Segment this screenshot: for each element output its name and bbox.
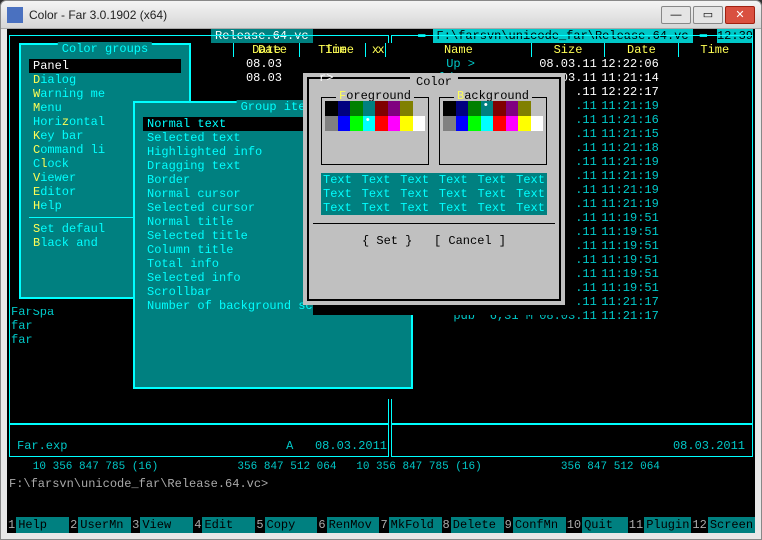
fkey-quit[interactable]: 10Quit [566, 517, 628, 533]
color-swatch[interactable] [388, 101, 401, 116]
color-swatch[interactable] [375, 101, 388, 116]
fkey-edit[interactable]: 4Edit [193, 517, 255, 533]
left-panel-title: Release.64.vc [211, 29, 391, 43]
fkey-renmov[interactable]: 6RenMov [317, 517, 379, 533]
color-swatch[interactable] [493, 101, 506, 116]
color-swatch[interactable] [350, 101, 363, 116]
color-group-item[interactable]: Panel [29, 59, 181, 73]
clock: 12:39 [717, 29, 753, 43]
minimize-button[interactable]: — [661, 6, 691, 24]
window-title: Color - Far 3.0.1902 (x64) [29, 8, 659, 22]
color-swatch[interactable] [493, 116, 506, 131]
color-groups-title: Color groups [58, 42, 152, 56]
fkey-delete[interactable]: 8Delete [442, 517, 504, 533]
color-swatch[interactable] [338, 101, 351, 116]
color-swatch[interactable] [518, 101, 531, 116]
color-swatch[interactable] [506, 116, 519, 131]
color-swatch[interactable] [456, 116, 469, 131]
color-swatch[interactable] [325, 101, 338, 116]
color-swatch[interactable] [518, 116, 531, 131]
color-swatch[interactable] [481, 116, 494, 131]
color-swatch[interactable] [413, 101, 426, 116]
fkey-mkfold[interactable]: 7MkFold [379, 517, 441, 533]
totals-line: 10 356 847 785 (16) 356 847 512 064 10 3… [13, 461, 749, 473]
left-panel-columns: DateTimex [239, 43, 389, 57]
color-group-item[interactable]: Warning me [29, 87, 181, 101]
panel-columns-right: Name Size Date Time [385, 43, 751, 57]
color-swatch[interactable] [400, 116, 413, 131]
color-dialog[interactable]: Color Foreground Background TextTextText… [303, 73, 565, 305]
color-swatch[interactable] [413, 116, 426, 131]
fkey-copy[interactable]: 5Copy [255, 517, 317, 533]
background-swatches[interactable]: Background [439, 97, 547, 165]
right-status: 08.03.2011 [673, 439, 745, 453]
color-swatch[interactable] [531, 116, 544, 131]
color-preview: TextTextTextTextTextText TextTextTextTex… [321, 173, 547, 215]
command-line[interactable]: F:\farsvn\unicode_far\Release.64.vc> [9, 477, 753, 491]
app-icon [7, 7, 23, 23]
fkey-usermn[interactable]: 2UserMn [69, 517, 131, 533]
color-swatch[interactable] [400, 101, 413, 116]
color-swatch[interactable] [443, 101, 456, 116]
color-swatch[interactable] [338, 116, 351, 131]
fkey-help[interactable]: 1Help [7, 517, 69, 533]
keybar[interactable]: 1Help2UserMn3View4Edit5Copy6RenMov7MkFol… [7, 517, 755, 533]
right-panel-title: ═ F:\farsvn\unicode_far\Release.64.vc ═ [418, 29, 707, 43]
titlebar: Color - Far 3.0.1902 (x64) — ▭ ✕ [1, 1, 761, 29]
fkey-plugin[interactable]: 11Plugin [628, 517, 692, 533]
set-button[interactable]: { Set } [362, 234, 412, 248]
app-window: Color - Far 3.0.1902 (x64) — ▭ ✕ Release… [0, 0, 762, 540]
maximize-button[interactable]: ▭ [693, 6, 723, 24]
color-swatch[interactable] [481, 101, 494, 116]
color-swatch[interactable] [468, 101, 481, 116]
color-swatch[interactable] [325, 116, 338, 131]
color-swatch[interactable] [531, 101, 544, 116]
color-swatch[interactable] [468, 116, 481, 131]
color-swatch[interactable] [388, 116, 401, 131]
color-group-item[interactable]: Dialog [29, 73, 181, 87]
fkey-screen[interactable]: 12Screen [691, 517, 755, 533]
color-swatch[interactable] [443, 116, 456, 131]
color-swatch[interactable] [363, 116, 376, 131]
color-swatch[interactable] [375, 116, 388, 131]
group-items-title: Group ite [237, 100, 310, 114]
color-swatch[interactable] [506, 101, 519, 116]
fkey-confmn[interactable]: 9ConfMn [504, 517, 566, 533]
fkey-view[interactable]: 3View [131, 517, 193, 533]
color-swatch[interactable] [350, 116, 363, 131]
color-dialog-title: Color [410, 75, 458, 89]
left-status: Far.exp A 08.03.2011 [17, 439, 387, 453]
file-row[interactable]: Up >08.03.1112:22:06 [385, 57, 751, 71]
color-swatch[interactable] [456, 101, 469, 116]
cancel-button[interactable]: [ Cancel ] [434, 234, 506, 248]
close-button[interactable]: ✕ [725, 6, 755, 24]
console-area: Release.64.vc ═ F:\farsvn\unicode_far\Re… [7, 29, 755, 533]
color-swatch[interactable] [363, 101, 376, 116]
dialog-buttons: { Set } [ Cancel ] [313, 223, 555, 248]
foreground-swatches[interactable]: Foreground [321, 97, 429, 165]
